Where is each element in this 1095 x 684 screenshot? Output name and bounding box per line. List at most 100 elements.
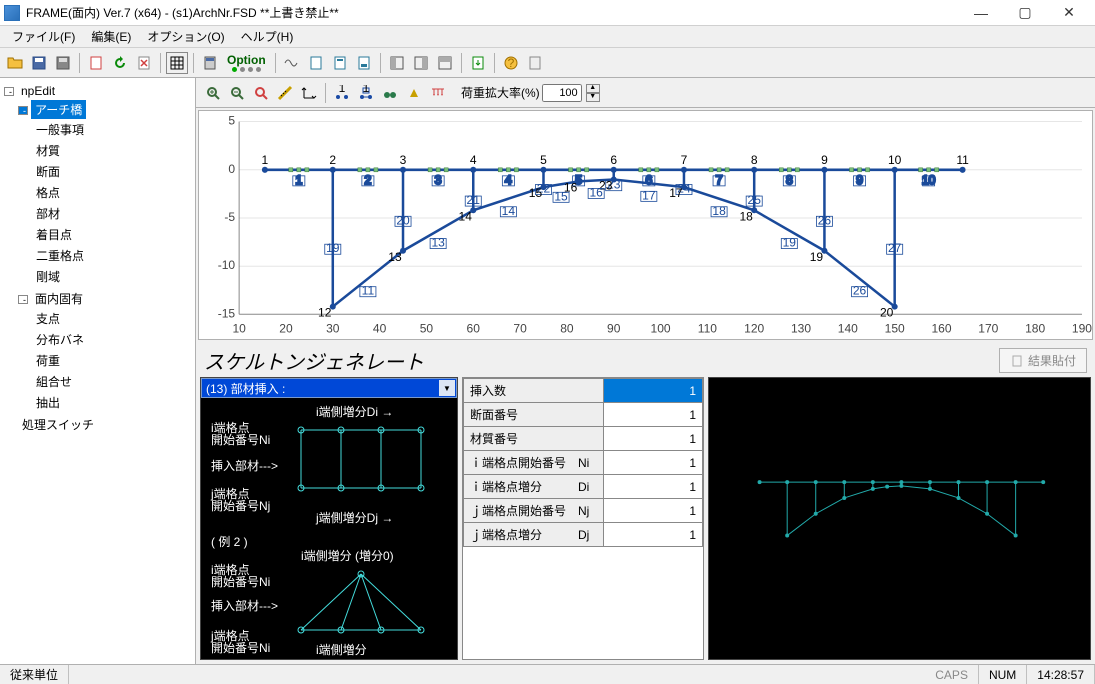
tree-toggle[interactable]: - [18, 295, 28, 304]
binoculars-icon[interactable] [379, 82, 401, 104]
tree-item[interactable]: 断面 [32, 162, 64, 181]
maximize-button[interactable]: ▢ [1003, 2, 1047, 24]
tree-item[interactable]: 格点 [32, 183, 64, 202]
tree-root[interactable]: npEdit [17, 83, 59, 99]
load-icon[interactable] [427, 82, 449, 104]
layout1-icon[interactable] [386, 52, 408, 74]
svg-text:10: 10 [232, 321, 246, 335]
tree-item[interactable]: 支点 [32, 309, 64, 328]
svg-text:挿入部材--->: 挿入部材---> [211, 598, 278, 613]
chevron-down-icon[interactable]: ▼ [439, 380, 455, 396]
tree-inplane[interactable]: 面内固有 [31, 289, 87, 308]
info-icon[interactable] [524, 52, 546, 74]
svg-text:70: 70 [513, 321, 527, 335]
saveas-icon[interactable] [52, 52, 74, 74]
svg-text:17: 17 [642, 188, 656, 202]
support-icon[interactable] [403, 82, 425, 104]
status-unit: 従来単位 [0, 665, 69, 684]
open-icon[interactable] [4, 52, 26, 74]
svg-text:150: 150 [885, 321, 905, 335]
report2-icon[interactable] [329, 52, 351, 74]
zoom-fit-icon[interactable] [250, 82, 272, 104]
tree-panel[interactable]: -npEdit -アーチ橋 一般事項材質断面格点部材着目点二重格点剛域 -面内固… [0, 78, 196, 664]
svg-text:8: 8 [786, 173, 793, 187]
svg-text:4: 4 [505, 173, 512, 187]
param-value[interactable]: 1 [604, 499, 703, 523]
menu-option[interactable]: オプション(O) [139, 26, 232, 47]
export-icon[interactable] [467, 52, 489, 74]
svg-text:7: 7 [681, 153, 688, 167]
close-button[interactable]: ✕ [1047, 2, 1091, 24]
menu-file[interactable]: ファイル(F) [4, 26, 83, 47]
report3-icon[interactable] [353, 52, 375, 74]
tree-item[interactable]: 材質 [32, 141, 64, 160]
tree-arch[interactable]: アーチ橋 [31, 100, 86, 119]
option-label: Option [227, 53, 266, 67]
tree-item[interactable]: 分布バネ [32, 330, 88, 349]
menu-edit[interactable]: 編集(E) [83, 26, 139, 47]
svg-text:1: 1 [295, 173, 302, 187]
refresh-icon[interactable] [109, 52, 131, 74]
tree-item[interactable]: 組合せ [32, 372, 76, 391]
measure-icon[interactable] [274, 82, 296, 104]
help-icon[interactable]: ? [500, 52, 522, 74]
tree-toggle[interactable]: - [18, 106, 28, 115]
option-toggle[interactable]: Option [223, 53, 270, 72]
svg-text:60: 60 [467, 321, 481, 335]
svg-text:3: 3 [400, 153, 407, 167]
titlebar: FRAME(面内) Ver.7 (x64) - (s1)ArchNr.FSD *… [0, 0, 1095, 26]
minimize-button[interactable]: — [959, 2, 1003, 24]
zoom-in-icon[interactable] [202, 82, 224, 104]
preview-panel[interactable] [708, 377, 1091, 660]
param-label: 挿入数 [464, 379, 604, 403]
tree-toggle[interactable]: - [4, 87, 14, 96]
calc-icon[interactable] [199, 52, 221, 74]
param-value[interactable]: 1 [604, 403, 703, 427]
structure-chart[interactable]: 50-5-10-15102030405060708090100110120130… [198, 110, 1093, 340]
report1-icon[interactable] [305, 52, 327, 74]
view-toolbar: 1 1 荷重拡大率(%) ▲▼ [196, 78, 1095, 108]
result-paste-button[interactable]: 結果貼付 [999, 348, 1087, 373]
load-scale-input[interactable] [542, 84, 582, 102]
menu-help[interactable]: ヘルプ(H) [233, 26, 302, 47]
tree-proc[interactable]: 処理スイッチ [18, 415, 98, 434]
svg-text:130: 130 [791, 321, 811, 335]
coord-icon[interactable] [298, 82, 320, 104]
tree-item[interactable]: 抽出 [32, 393, 64, 412]
member-num-icon[interactable]: 1 [355, 82, 377, 104]
param-value[interactable]: 1 [604, 379, 703, 403]
param-value[interactable]: 1 [604, 523, 703, 547]
param-value[interactable]: 1 [604, 451, 703, 475]
svg-text:4: 4 [470, 153, 477, 167]
node-num-icon[interactable]: 1 [331, 82, 353, 104]
operation-combo[interactable]: (13) 部材挿入 : ▼ [201, 378, 457, 398]
param-table[interactable]: 挿入数1断面番号1材質番号1ｉ端格点開始番号 Ni1ｉ端格点増分 Di1ｊ端格点… [462, 377, 704, 660]
tree-item[interactable]: 着目点 [32, 225, 76, 244]
svg-text:16: 16 [589, 185, 603, 199]
layout3-icon[interactable] [434, 52, 456, 74]
wave-icon[interactable] [281, 52, 303, 74]
svg-text:j端側増分Dj →: j端側増分Dj → [315, 511, 393, 525]
grid-icon[interactable] [166, 52, 188, 74]
svg-text:挿入部材--->: 挿入部材---> [211, 458, 278, 473]
svg-text:120: 120 [744, 321, 764, 335]
layout2-icon[interactable] [410, 52, 432, 74]
param-value[interactable]: 1 [604, 427, 703, 451]
tree-item[interactable]: 荷重 [32, 351, 64, 370]
new-doc-icon[interactable] [85, 52, 107, 74]
tree-item[interactable]: 一般事項 [32, 120, 88, 139]
tree-item[interactable]: 剛域 [32, 267, 64, 286]
load-scale-label: 荷重拡大率(%) [461, 84, 540, 101]
load-scale-spinner[interactable]: ▲▼ [586, 84, 600, 102]
save-icon[interactable] [28, 52, 50, 74]
tree-item[interactable]: 二重格点 [32, 246, 88, 265]
param-value[interactable]: 1 [604, 475, 703, 499]
delete-icon[interactable] [133, 52, 155, 74]
tree-item[interactable]: 部材 [32, 204, 64, 223]
svg-text:19: 19 [326, 241, 340, 255]
svg-text:?: ? [507, 56, 514, 70]
status-num: NUM [979, 665, 1027, 684]
zoom-out-icon[interactable] [226, 82, 248, 104]
svg-text:27: 27 [888, 241, 902, 255]
svg-text:14: 14 [502, 204, 516, 218]
